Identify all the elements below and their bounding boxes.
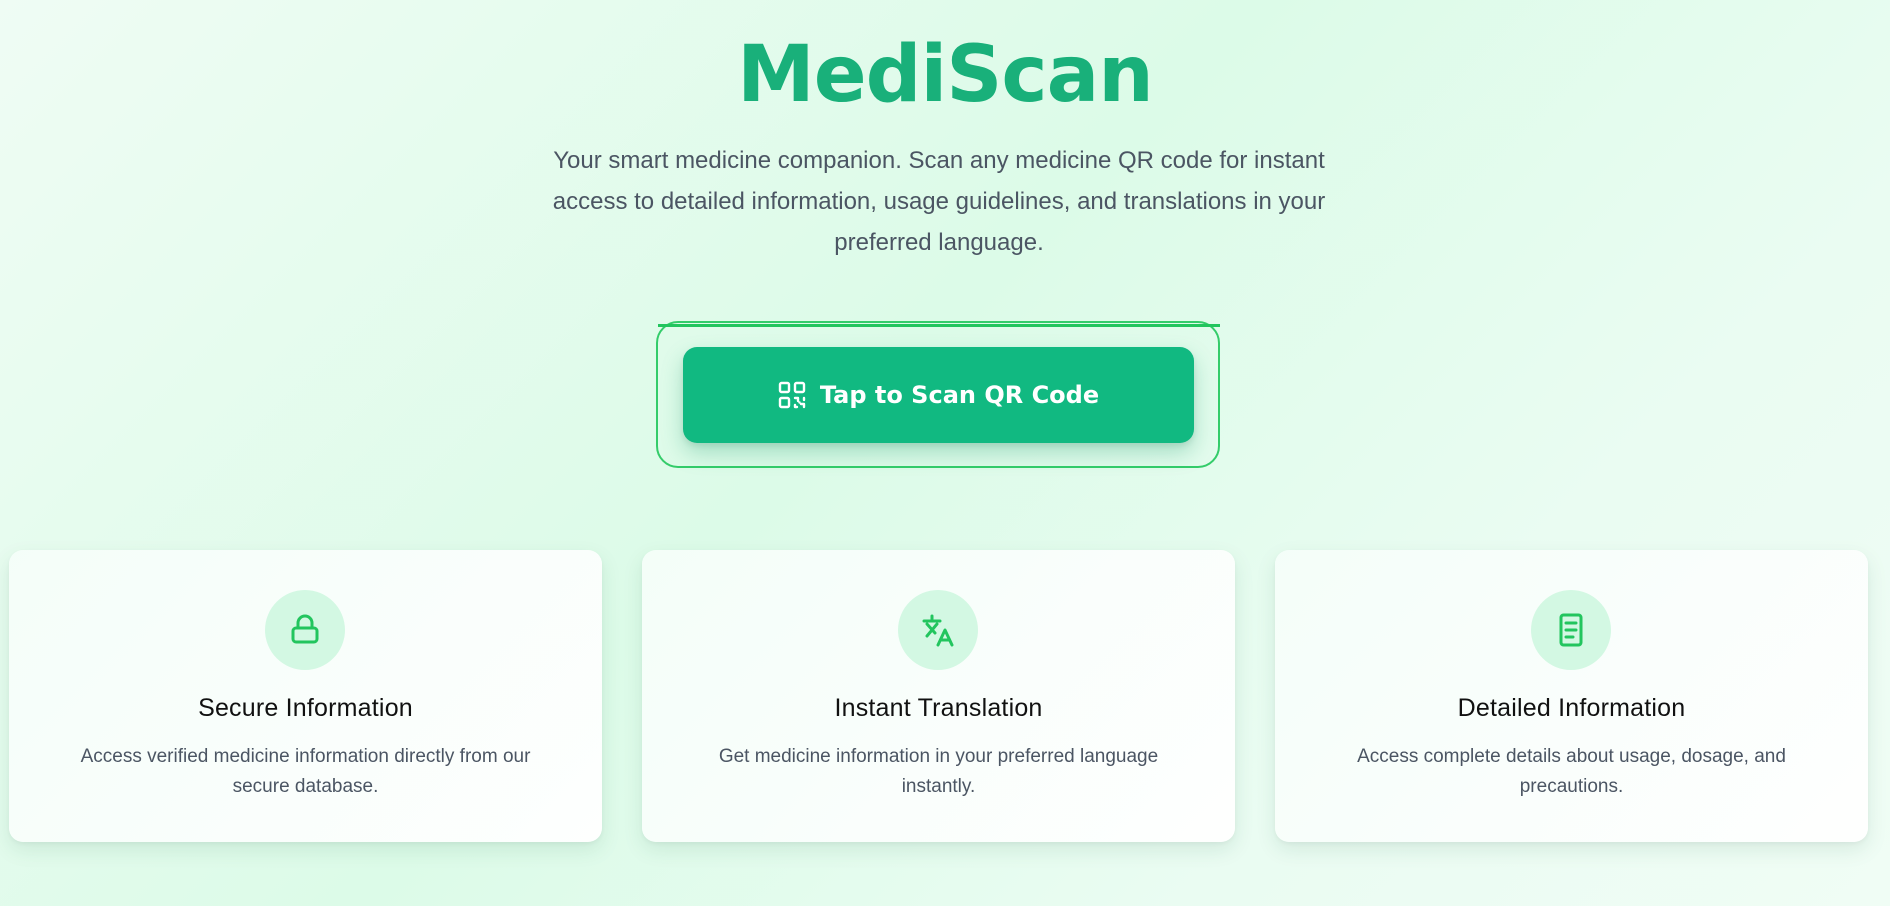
qr-code-icon — [778, 381, 806, 409]
feature-title: Detailed Information — [1457, 694, 1686, 722]
feature-icon-circle — [1531, 590, 1611, 670]
app-subtitle: Your smart medicine companion. Scan any … — [552, 147, 1326, 256]
lock-icon — [291, 614, 319, 644]
feature-icon-circle — [898, 590, 978, 670]
feature-card-secure: Secure Information Access verified medic… — [9, 550, 602, 842]
feature-description: Access verified medicine information dir… — [80, 746, 531, 797]
feature-card-details: Detailed Information Access complete det… — [1275, 550, 1868, 842]
feature-title: Secure Information — [198, 694, 413, 722]
app-title: MediScan — [737, 30, 1154, 120]
feature-description: Access complete details about usage, dos… — [1357, 746, 1786, 797]
translate-icon — [922, 614, 954, 647]
document-icon — [1559, 613, 1583, 647]
scan-qr-button[interactable]: Tap to Scan QR Code — [683, 347, 1194, 443]
feature-icon-circle — [265, 590, 345, 670]
feature-description: Get medicine information in your preferr… — [718, 746, 1159, 797]
feature-title: Instant Translation — [834, 694, 1043, 722]
feature-card-translation: Instant Translation Get medicine informa… — [642, 550, 1235, 842]
scan-button-focus-line — [658, 324, 1220, 327]
scan-button-label: Tap to Scan QR Code — [819, 381, 1100, 409]
